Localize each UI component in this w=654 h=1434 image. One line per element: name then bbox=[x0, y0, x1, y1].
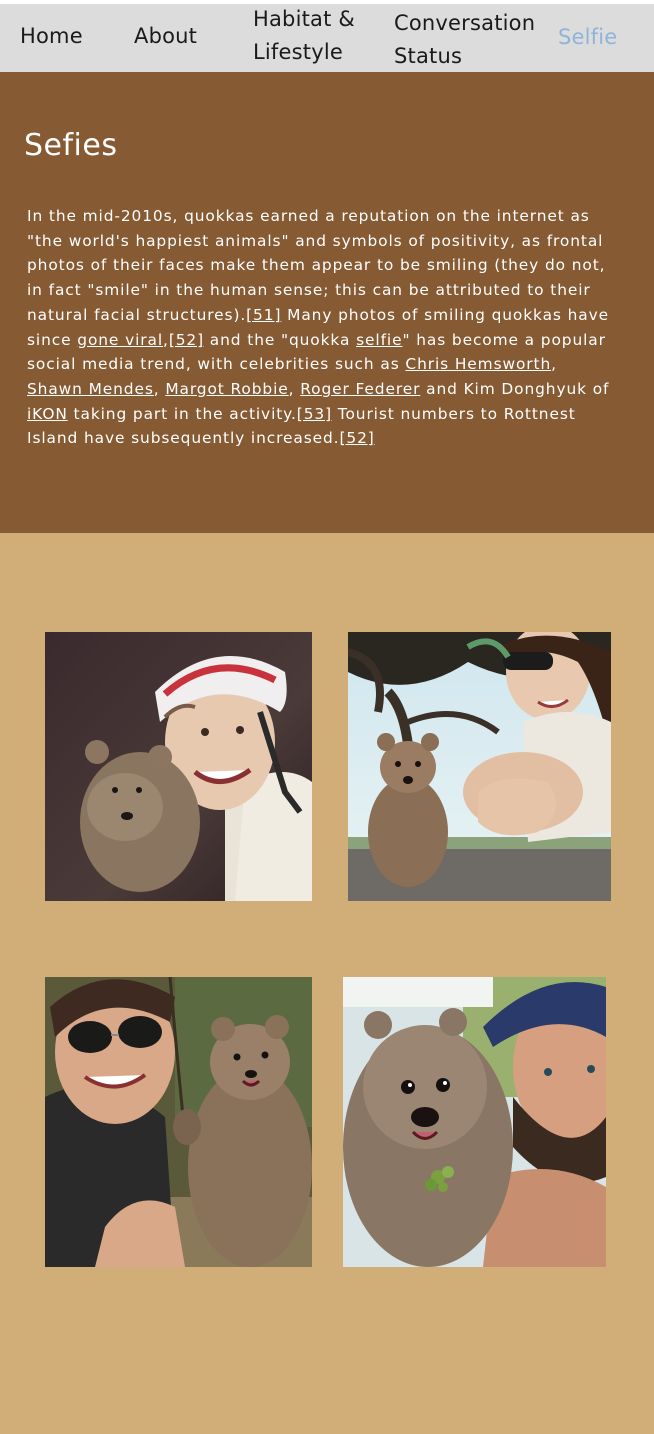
ikon-link[interactable]: iKON bbox=[27, 405, 68, 423]
nav-selfie[interactable]: Selfie bbox=[558, 21, 617, 54]
nav-habitat-line1: Habitat & bbox=[253, 7, 356, 31]
text-segment: and Kim Donghyuk of bbox=[420, 379, 610, 398]
citation-52-link[interactable]: [52] bbox=[339, 429, 374, 447]
gone-viral-link[interactable]: gone viral bbox=[77, 331, 163, 349]
citation-51-link[interactable]: [51] bbox=[246, 306, 281, 324]
citation-53-link[interactable]: [53] bbox=[297, 405, 332, 423]
hero-section: Sefies In the mid-2010s, quokkas earned … bbox=[0, 72, 654, 533]
shawn-mendes-link[interactable]: Shawn Mendes bbox=[27, 380, 154, 398]
selfie-link[interactable]: selfie bbox=[356, 331, 402, 349]
nav-conversation-line2: Status bbox=[394, 44, 463, 68]
selfie-image-woman-tree bbox=[348, 632, 611, 901]
nav-conversation-status[interactable]: Conversation Status bbox=[394, 7, 535, 73]
page-title: Sefies bbox=[24, 128, 118, 163]
nav-about[interactable]: About bbox=[134, 20, 197, 53]
margot-robbie-link[interactable]: Margot Robbie bbox=[165, 380, 288, 398]
photo-quokka-selfie-cyclist bbox=[45, 632, 312, 901]
photo-quokka-selfie-woman-sunglasses-tree bbox=[348, 632, 611, 901]
intro-paragraph: In the mid-2010s, quokkas earned a reput… bbox=[27, 204, 617, 451]
text-segment: , bbox=[288, 379, 301, 398]
citation-52-link[interactable]: [52] bbox=[169, 331, 204, 349]
selfie-image-cyclist bbox=[45, 632, 312, 901]
main-nav: Home About Habitat & Lifestyle Conversat… bbox=[0, 4, 654, 72]
text-segment: and the "quokka bbox=[204, 330, 357, 349]
photo-quokka-selfie-woman-lying bbox=[45, 977, 312, 1267]
nav-habitat-lifestyle[interactable]: Habitat & Lifestyle bbox=[253, 3, 355, 69]
chris-hemsworth-link[interactable]: Chris Hemsworth bbox=[405, 355, 551, 373]
nav-home[interactable]: Home bbox=[20, 20, 83, 53]
text-segment: taking part in the activity. bbox=[67, 404, 297, 423]
photo-quokka-selfie-man-cap bbox=[343, 977, 606, 1267]
text-segment: , bbox=[551, 355, 557, 374]
selfie-image-woman-lying bbox=[45, 977, 312, 1267]
nav-conversation-line1: Conversation bbox=[394, 11, 536, 35]
text-segment: , bbox=[153, 379, 166, 398]
nav-habitat-line2: Lifestyle bbox=[253, 40, 344, 64]
selfie-image-man-cap bbox=[343, 977, 606, 1267]
roger-federer-link[interactable]: Roger Federer bbox=[300, 380, 420, 398]
